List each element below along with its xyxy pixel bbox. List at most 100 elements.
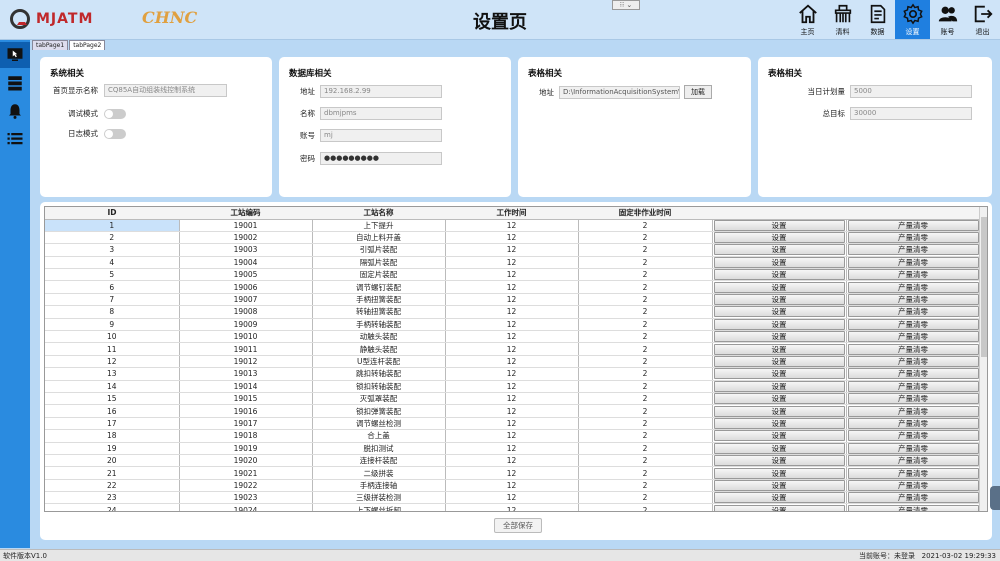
cell-name[interactable]: 锁扣弹簧装配 (312, 404, 446, 418)
table-row[interactable]: 15 19015 灭弧罩装配 12 2 设置 产量清零 (45, 392, 981, 406)
cell-idle-time[interactable]: 2 (578, 429, 713, 443)
clear-output-button[interactable]: 产量清零 (847, 331, 979, 343)
cell-idle-time[interactable]: 2 (578, 367, 713, 381)
clear-output-button[interactable]: 产量清零 (847, 467, 979, 479)
cell-name[interactable]: 连接杆装配 (312, 454, 446, 468)
set-button[interactable]: 设置 (713, 294, 845, 306)
col-header-id[interactable]: ID (45, 207, 179, 220)
cell-code[interactable]: 19015 (179, 392, 313, 406)
tab-page2[interactable]: tabPage2 (69, 40, 106, 50)
cell-id[interactable]: 20 (45, 454, 180, 468)
cell-code[interactable]: 19004 (179, 256, 313, 270)
db-account-field[interactable]: mj (320, 129, 442, 142)
clear-output-button[interactable]: 产量清零 (847, 343, 979, 355)
cell-name[interactable]: 上下提升 (312, 219, 446, 232)
table-row[interactable]: 8 19008 转轴扭簧装配 12 2 设置 产量清零 (45, 305, 981, 319)
cell-idle-time[interactable]: 2 (578, 491, 713, 505)
table-row[interactable]: 16 19016 锁扣弹簧装配 12 2 设置 产量清零 (45, 404, 981, 418)
cell-id[interactable]: 12 (45, 355, 180, 369)
table-row[interactable]: 6 19006 调节螺钉装配 12 2 设置 产量清零 (45, 280, 981, 294)
cell-work-time[interactable]: 12 (445, 243, 579, 257)
set-button[interactable]: 设置 (713, 430, 845, 442)
cell-work-time[interactable]: 12 (445, 318, 579, 332)
table-row[interactable]: 2 19002 自动上料开盖 12 2 设置 产量清零 (45, 231, 981, 245)
clear-output-button[interactable]: 产量清零 (847, 318, 979, 330)
log-mode-toggle[interactable] (104, 128, 126, 139)
cell-name[interactable]: U型连杆装配 (312, 355, 446, 369)
set-button[interactable]: 设置 (713, 355, 845, 367)
cell-name[interactable]: 引弧片装配 (312, 243, 446, 257)
clear-output-button[interactable]: 产量清零 (847, 455, 979, 467)
cell-id[interactable]: 11 (45, 342, 180, 356)
cell-code[interactable]: 19012 (179, 355, 313, 369)
clear-output-button[interactable]: 产量清零 (847, 269, 979, 281)
nav-material[interactable]: 清料 (825, 0, 860, 39)
cell-name[interactable]: 二级拼装 (312, 466, 446, 480)
clear-output-button[interactable]: 产量清零 (847, 380, 979, 392)
col-header-code[interactable]: 工站编码 (179, 207, 312, 220)
cell-work-time[interactable]: 12 (445, 355, 579, 369)
cell-id[interactable]: 3 (45, 243, 180, 257)
clear-output-button[interactable]: 产量清零 (847, 294, 979, 306)
cell-idle-time[interactable]: 2 (578, 355, 713, 369)
cell-name[interactable]: 转轴扭簧装配 (312, 305, 446, 319)
cell-code[interactable]: 19023 (179, 491, 313, 505)
table-row[interactable]: 18 19018 合上盖 12 2 设置 产量清零 (45, 429, 981, 443)
cell-id[interactable]: 2 (45, 231, 180, 245)
debug-mode-toggle[interactable] (104, 108, 126, 119)
table-row[interactable]: 24 19024 上下螺丝拆卸 12 2 设置 产量清零 (45, 503, 981, 511)
cell-idle-time[interactable]: 2 (578, 231, 713, 245)
cell-work-time[interactable]: 12 (445, 280, 579, 294)
cell-idle-time[interactable]: 2 (578, 318, 713, 332)
clear-output-button[interactable]: 产量清零 (847, 368, 979, 380)
cell-code[interactable]: 19002 (179, 231, 313, 245)
table-row[interactable]: 23 19023 三级拼装检测 12 2 设置 产量清零 (45, 491, 981, 505)
cell-work-time[interactable]: 12 (445, 417, 579, 431)
sidebar-item-server[interactable] (0, 70, 30, 96)
cell-name[interactable]: 调节螺钉装配 (312, 280, 446, 294)
set-button[interactable]: 设置 (713, 256, 845, 268)
cell-idle-time[interactable]: 2 (578, 305, 713, 319)
cell-work-time[interactable]: 12 (445, 380, 579, 393)
cell-work-time[interactable]: 12 (445, 466, 579, 480)
cell-name[interactable]: 自动上料开盖 (312, 231, 446, 245)
nav-exit[interactable]: 退出 (965, 0, 1000, 39)
cell-id[interactable]: 14 (45, 380, 180, 393)
set-button[interactable]: 设置 (713, 343, 845, 355)
cell-idle-time[interactable]: 2 (578, 256, 713, 270)
sheet-address-field[interactable]: D:\InformationAcquisitionSystem\ (559, 85, 680, 99)
db-password-field[interactable]: ●●●●●●●●● (320, 152, 442, 165)
cell-name[interactable]: 手柄连接轴 (312, 479, 446, 493)
cell-work-time[interactable]: 12 (445, 268, 579, 282)
window-control-chevron-icon[interactable]: ⁝⁝ ⌄ (612, 0, 640, 10)
cell-code[interactable]: 19003 (179, 243, 313, 257)
side-drawer-handle[interactable] (990, 486, 1000, 510)
table-row[interactable]: 4 19004 隔弧片装配 12 2 设置 产量清零 (45, 256, 981, 270)
table-row[interactable]: 11 19011 静触头装配 12 2 设置 产量清零 (45, 342, 981, 356)
cell-id[interactable]: 9 (45, 318, 180, 332)
cell-id[interactable]: 5 (45, 268, 180, 282)
clear-output-button[interactable]: 产量清零 (847, 442, 979, 454)
cell-work-time[interactable]: 12 (445, 429, 579, 443)
table-row[interactable]: 20 19020 连接杆装配 12 2 设置 产量清零 (45, 454, 981, 468)
cell-name[interactable]: 静触头装配 (312, 342, 446, 356)
cell-code[interactable]: 19010 (179, 330, 313, 344)
cell-code[interactable]: 19017 (179, 417, 313, 431)
cell-code[interactable]: 19001 (179, 219, 313, 232)
cell-idle-time[interactable]: 2 (578, 219, 713, 232)
cell-code[interactable]: 19006 (179, 280, 313, 294)
cell-idle-time[interactable]: 2 (578, 392, 713, 406)
clear-output-button[interactable]: 产量清零 (847, 244, 979, 256)
db-address-field[interactable]: 192.168.2.99 (320, 85, 442, 98)
cell-id[interactable]: 7 (45, 293, 180, 307)
cell-code[interactable]: 19016 (179, 404, 313, 418)
tab-page1[interactable]: tabPage1 (32, 40, 69, 50)
cell-idle-time[interactable]: 2 (578, 293, 713, 307)
cell-id[interactable]: 21 (45, 466, 180, 480)
set-button[interactable]: 设置 (713, 417, 845, 429)
cell-code[interactable]: 19013 (179, 367, 313, 381)
set-button[interactable]: 设置 (713, 219, 845, 231)
set-button[interactable]: 设置 (713, 405, 845, 417)
cell-id[interactable]: 24 (45, 503, 180, 511)
clear-output-button[interactable]: 产量清零 (847, 405, 979, 417)
